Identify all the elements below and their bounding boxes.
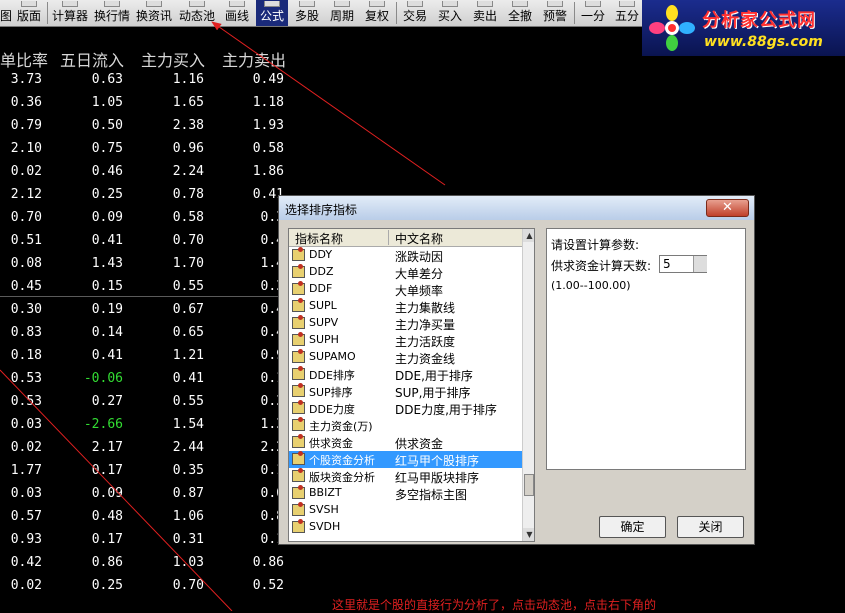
list-header: 指标名称 中文名称 (289, 229, 522, 247)
spinner-icon[interactable] (693, 256, 707, 272)
list-item[interactable]: DDF 大单频率 (289, 281, 522, 298)
list-item-name: DDE排序 (309, 369, 355, 382)
close-icon[interactable]: ✕ (706, 199, 749, 217)
list-item-name: SUPH (309, 333, 339, 346)
list-item[interactable]: 主力资金(万) (289, 417, 522, 434)
ok-button[interactable]: 确定 (599, 516, 666, 538)
formula-item-icon (292, 247, 305, 261)
list-item-name: DDF (309, 282, 333, 295)
list-item-cn: 供求资金 (395, 437, 444, 451)
list-item[interactable]: SUPL 主力集散线 (289, 298, 522, 315)
list-item[interactable]: DDE排序 DDE,用于排序 (289, 366, 522, 383)
param-prompt: 请设置计算参数: (551, 238, 640, 252)
formula-item-icon (292, 434, 305, 448)
list-item[interactable]: SUPAMO 主力资金线 (289, 349, 522, 366)
list-item[interactable]: DDY 涨跌动因 (289, 247, 522, 264)
list-item-cn: 主力净买量 (395, 318, 456, 332)
list-item-cn: 主力资金线 (395, 352, 456, 366)
list-item[interactable]: SUPH 主力活跃度 (289, 332, 522, 349)
list-item-cn: 涨跌动因 (395, 250, 444, 264)
list-item-name: SVSH (309, 503, 339, 516)
list-header-cn[interactable]: 中文名称 (395, 230, 443, 247)
scroll-up-icon[interactable]: ▲ (523, 229, 534, 242)
formula-item-icon (292, 417, 305, 431)
list-item-cn: 大单频率 (395, 284, 444, 298)
list-item[interactable]: 供求资金 供求资金 (289, 434, 522, 451)
list-item-name: DDE力度 (309, 403, 355, 416)
param-label: 供求资金计算天数: (551, 259, 652, 273)
list-item[interactable]: SUP排序 SUP,用于排序 (289, 383, 522, 400)
list-header-name[interactable]: 指标名称 (295, 230, 343, 247)
list-item-name: 个股资金分析 (309, 454, 375, 467)
list-item-cn: SUP,用于排序 (395, 386, 471, 400)
formula-item-icon (292, 383, 305, 397)
list-item[interactable]: SVDH (289, 519, 522, 536)
list-item-cn: 主力集散线 (395, 301, 456, 315)
formula-item-icon (292, 468, 305, 482)
list-item-name: 供求资金 (309, 437, 353, 450)
list-item-name: SUP排序 (309, 386, 353, 399)
param-range: (1.00--100.00) (551, 279, 631, 292)
list-item[interactable]: 版块资金分析 红马甲版块排序 (289, 468, 522, 485)
formula-item-icon (292, 264, 305, 278)
list-item-cn: 大单差分 (395, 267, 444, 281)
list-item[interactable]: DDE力度 DDE力度,用于排序 (289, 400, 522, 417)
list-item-cn: 多空指标主图 (395, 488, 468, 502)
list-item[interactable]: SUPV 主力净买量 (289, 315, 522, 332)
list-item[interactable]: DDZ 大单差分 (289, 264, 522, 281)
list-item-cn: 红马甲个股排序 (395, 454, 480, 468)
list-item-name: 版块资金分析 (309, 471, 375, 484)
select-sort-indicator-dialog: 选择排序指标 ✕ 指标名称 中文名称 DDY 涨跌动因 DDZ 大单差分 DDF 大单频率… (278, 195, 755, 545)
formula-item-icon (292, 349, 305, 363)
close-button[interactable]: 关闭 (677, 516, 744, 538)
formula-item-icon (292, 485, 305, 499)
list-item[interactable]: 个股资金分析 红马甲个股排序 (289, 451, 522, 468)
list-item-name: 主力资金(万) (309, 420, 373, 433)
annotation-note: 这里就是个股的直接行为分析了，点击动态池，点击右下角的 (332, 598, 657, 612)
formula-item-icon (292, 281, 305, 295)
scroll-down-icon[interactable]: ▼ (523, 528, 534, 541)
formula-item-icon (292, 366, 305, 380)
formula-item-icon (292, 315, 305, 329)
list-item[interactable]: BBIZT 多空指标主图 (289, 485, 522, 502)
scrollbar-thumb[interactable] (524, 474, 534, 496)
list-item-cn: DDE力度,用于排序 (395, 403, 497, 417)
list-item-name: SVDH (309, 520, 341, 533)
formula-item-icon (292, 332, 305, 346)
formula-item-icon (292, 298, 305, 312)
list-item-cn: 主力活跃度 (395, 335, 456, 349)
dialog-title: 选择排序指标 (285, 203, 358, 217)
dialog-titlebar[interactable]: 选择排序指标 ✕ (279, 196, 754, 220)
list-item-name: SUPAMO (309, 350, 356, 363)
list-item-name: SUPV (309, 316, 339, 329)
formula-item-icon (292, 502, 305, 516)
formula-item-icon (292, 451, 305, 465)
list-item-name: DDY (309, 248, 333, 261)
list-item-name: SUPL (309, 299, 337, 312)
indicator-list[interactable]: 指标名称 中文名称 DDY 涨跌动因 DDZ 大单差分 DDF 大单频率 SUPL 主力集散线… (288, 228, 535, 542)
list-item[interactable]: SVSH (289, 502, 522, 519)
formula-item-icon (292, 400, 305, 414)
list-item-cn: 红马甲版块排序 (395, 471, 480, 485)
param-panel: 请设置计算参数: 供求资金计算天数: 5 (1.00--100.00) (546, 228, 746, 470)
list-item-name: DDZ (309, 265, 334, 278)
formula-item-icon (292, 519, 305, 533)
list-scrollbar[interactable]: ▲ ▼ (522, 229, 534, 541)
list-item-name: BBIZT (309, 486, 342, 499)
list-item-cn: DDE,用于排序 (395, 369, 473, 383)
